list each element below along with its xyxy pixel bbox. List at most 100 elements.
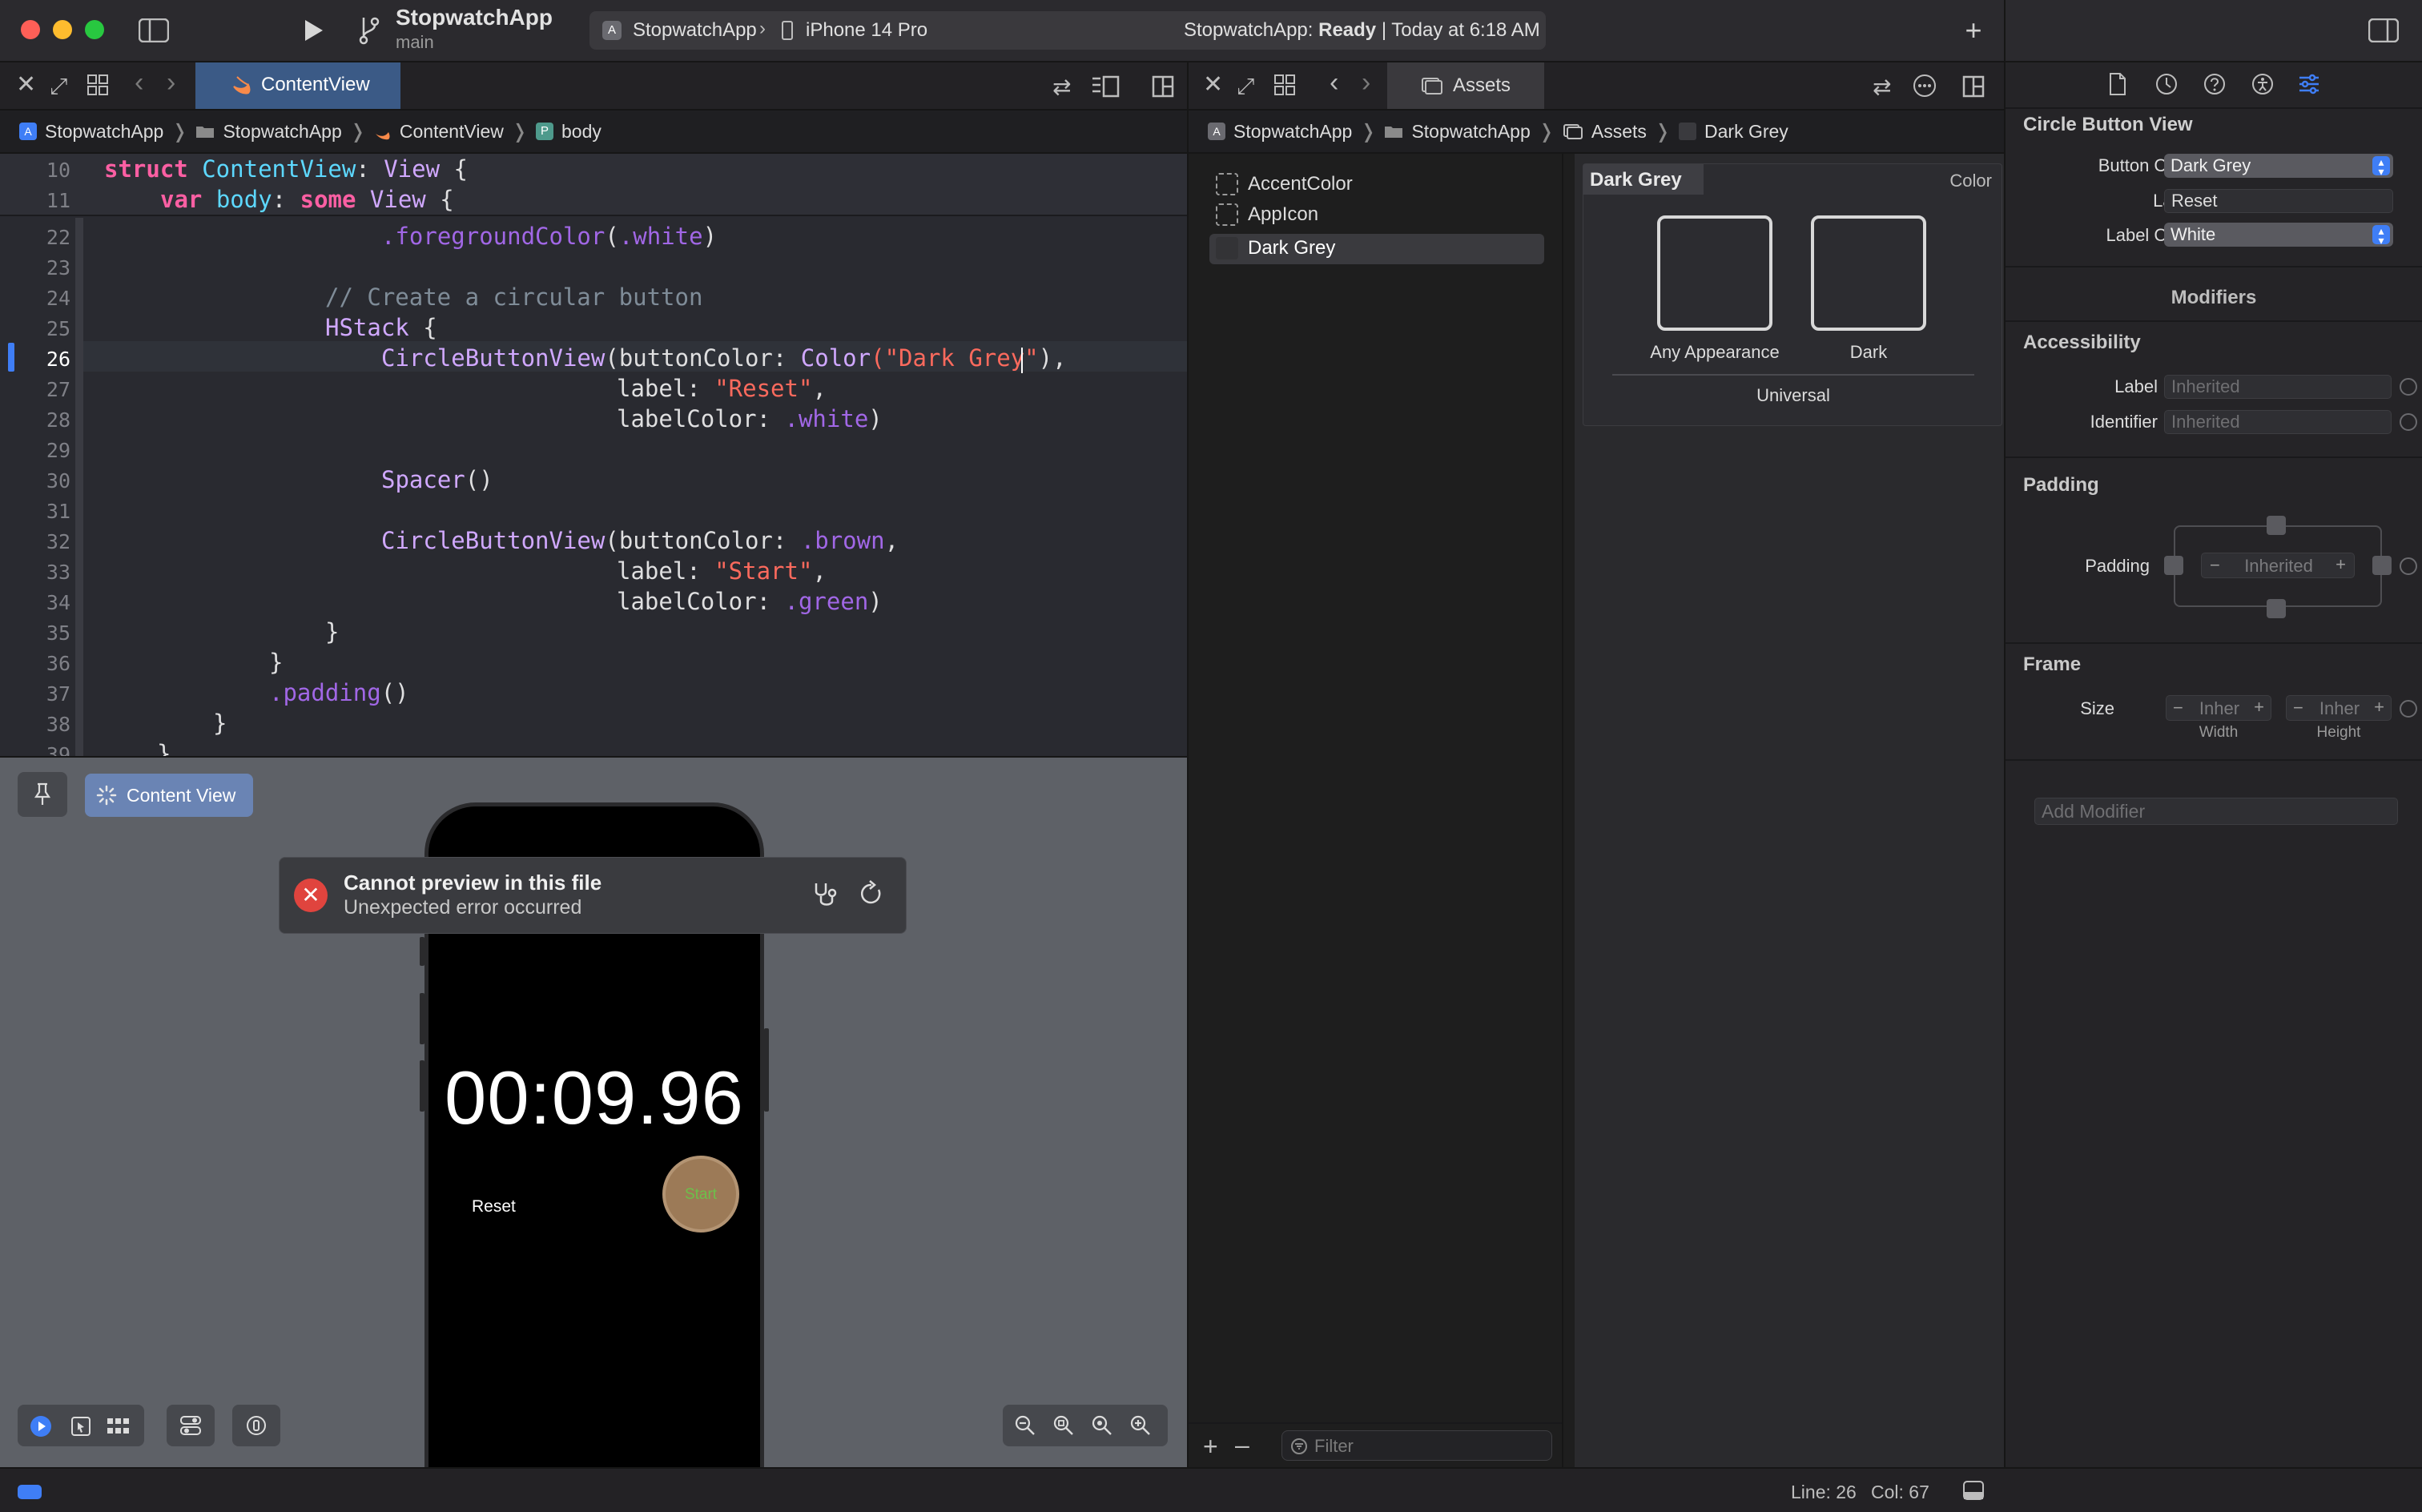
width-caption: Width <box>2199 724 2239 741</box>
breadcrumb-colorset[interactable]: Dark Grey <box>1679 121 1788 143</box>
close-editor-icon[interactable]: ✕ <box>1203 70 1223 99</box>
split-editor-icon[interactable] <box>1152 75 1174 98</box>
color-well-any-appearance[interactable] <box>1657 215 1772 331</box>
acc-identifier-reset-icon[interactable] <box>2400 413 2417 431</box>
zoom-out-icon[interactable] <box>1014 1414 1036 1437</box>
breadcrumb-folder[interactable]: StopwatchApp <box>1384 121 1531 143</box>
code-token: , <box>812 557 827 585</box>
start-button[interactable]: Start <box>662 1156 739 1233</box>
more-options-icon[interactable] <box>1913 74 1937 98</box>
history-inspector-icon[interactable] <box>2154 72 2179 96</box>
selectable-preview-icon[interactable] <box>70 1416 91 1437</box>
padding-trailing-checkbox[interactable] <box>2372 556 2392 575</box>
label-color-popup[interactable]: White ▴ ▾ <box>2164 223 2393 247</box>
content-view-preview-button[interactable]: Content View <box>85 774 253 817</box>
back-icon[interactable]: ‹ <box>1330 67 1338 99</box>
line-number: 10 <box>46 159 70 182</box>
forward-icon[interactable]: › <box>1362 67 1370 99</box>
scheme-name[interactable]: StopwatchApp <box>633 19 757 42</box>
add-icon[interactable]: + <box>1959 14 1988 46</box>
line-number: 31 <box>46 500 70 523</box>
swap-icon[interactable]: ⇄ <box>1052 74 1071 100</box>
live-preview-icon[interactable] <box>30 1416 51 1437</box>
zoom-window-button[interactable] <box>85 20 104 39</box>
accessibility-inspector-icon[interactable] <box>2251 72 2275 96</box>
expand-icon[interactable]: ⤢ <box>1237 74 1254 100</box>
zoom-actual-icon[interactable] <box>1091 1414 1113 1437</box>
padding-leading-checkbox[interactable] <box>2164 556 2183 575</box>
expand-icon[interactable]: ⤢ <box>50 74 67 100</box>
acc-label-reset-icon[interactable] <box>2400 378 2417 396</box>
breadcrumb-folder[interactable]: StopwatchApp <box>195 121 342 143</box>
color-well-dark[interactable] <box>1811 215 1926 331</box>
pin-icon[interactable] <box>18 772 67 817</box>
padding-top-checkbox[interactable] <box>2267 516 2286 535</box>
inspector-toggle-icon[interactable] <box>2368 18 2400 43</box>
close-editor-icon[interactable]: ✕ <box>16 70 36 99</box>
frame-header: Frame <box>2023 653 2082 675</box>
increment-icon[interactable]: + <box>2254 697 2264 718</box>
code-line-28: labelColor: .white) <box>617 405 883 432</box>
asset-item[interactable]: Dark Grey <box>1216 237 1335 259</box>
code-editor[interactable]: 10 struct ContentView: View { 11 var bod… <box>0 154 1187 756</box>
color-set-name[interactable]: Dark Grey <box>1590 169 1682 191</box>
acc-label-field[interactable]: Inherited <box>2164 375 2392 399</box>
breadcrumb-symbol[interactable]: Pbody <box>535 121 601 143</box>
code-token: ) <box>868 588 883 615</box>
divider <box>1189 1422 1562 1424</box>
padding-bottom-checkbox[interactable] <box>2267 599 2286 618</box>
reset-button[interactable]: Reset <box>472 1197 516 1216</box>
frame-reset-icon[interactable] <box>2400 700 2417 718</box>
editor-options-icon[interactable] <box>1091 75 1120 98</box>
code-token: { <box>408 314 437 341</box>
device-name[interactable]: iPhone 14 Pro <box>806 19 927 42</box>
tab-assets[interactable]: Assets <box>1387 62 1544 109</box>
device-settings-icon[interactable] <box>167 1405 215 1446</box>
grid-icon[interactable] <box>86 74 109 96</box>
zoom-fit-icon[interactable] <box>1052 1414 1075 1437</box>
asset-item[interactable]: AppIcon <box>1216 203 1318 226</box>
help-inspector-icon[interactable] <box>2203 72 2227 96</box>
padding-reset-icon[interactable] <box>2400 557 2417 575</box>
split-editor-icon[interactable] <box>1962 75 1985 98</box>
breadcrumb-catalog[interactable]: Assets <box>1563 121 1647 143</box>
add-modifier-field[interactable]: Add Modifier <box>2034 798 2398 825</box>
debug-area-toggle-icon[interactable] <box>18 1485 42 1499</box>
acc-identifier-field[interactable]: Inherited <box>2164 410 2392 434</box>
refresh-icon[interactable] <box>859 880 883 907</box>
filter-field[interactable]: Filter <box>1281 1430 1552 1461</box>
tab-contentview[interactable]: ContentView <box>195 62 400 109</box>
add-asset-icon[interactable]: + <box>1203 1432 1218 1462</box>
app-icon-set-icon <box>1216 203 1238 226</box>
padding-stepper[interactable]: − Inherited + <box>2201 553 2355 578</box>
height-stepper[interactable]: − Inher + <box>2286 695 2392 721</box>
increment-icon[interactable]: + <box>2374 697 2384 718</box>
minimize-window-button[interactable] <box>53 20 72 39</box>
navigator-toggle-icon[interactable] <box>138 16 170 45</box>
label-field[interactable]: Reset <box>2164 189 2393 213</box>
file-inspector-icon[interactable] <box>2108 72 2127 96</box>
variants-icon[interactable] <box>106 1416 131 1437</box>
back-icon[interactable]: ‹ <box>135 67 143 99</box>
button-color-popup[interactable]: Dark Grey ▴ ▾ <box>2164 154 2393 178</box>
breadcrumb-project[interactable]: A StopwatchApp <box>19 121 163 143</box>
run-icon[interactable] <box>300 16 328 45</box>
diagnostics-icon[interactable] <box>811 882 840 909</box>
asset-list: AccentColor AppIcon Dark Grey + – Filter <box>1189 154 1563 1467</box>
show-debug-area-icon[interactable] <box>1962 1480 1985 1501</box>
breadcrumb-file[interactable]: ContentView <box>374 121 504 143</box>
breadcrumb-project[interactable]: A StopwatchApp <box>1208 121 1352 143</box>
close-window-button[interactable] <box>21 20 40 39</box>
swap-icon[interactable]: ⇄ <box>1873 74 1891 100</box>
zoom-in-icon[interactable] <box>1129 1414 1152 1437</box>
start-button-label: Start <box>684 1186 718 1203</box>
forward-icon[interactable]: › <box>167 67 175 99</box>
remove-asset-icon[interactable]: – <box>1235 1430 1249 1460</box>
filter-icon <box>1291 1438 1307 1454</box>
width-stepper[interactable]: − Inher + <box>2166 695 2271 721</box>
preview-info-icon[interactable] <box>232 1405 280 1446</box>
grid-icon[interactable] <box>1273 74 1296 96</box>
asset-item[interactable]: AccentColor <box>1216 173 1353 195</box>
attributes-inspector-icon[interactable] <box>2297 72 2321 96</box>
increment-icon[interactable]: + <box>2336 554 2346 575</box>
